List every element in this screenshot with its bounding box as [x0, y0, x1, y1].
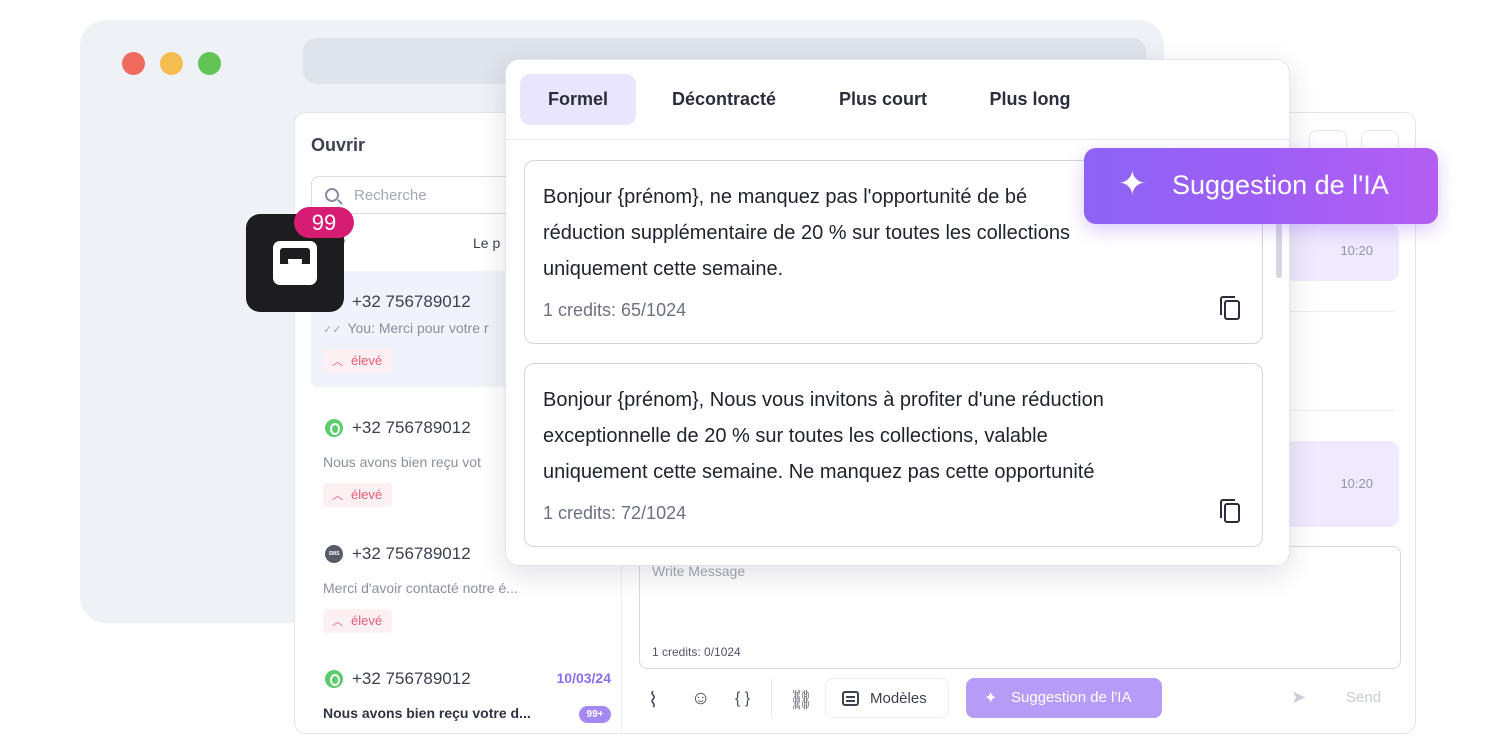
- sort-dropdown[interactable]: Le p: [473, 235, 500, 251]
- conversation-item[interactable]: +32 756789012 10/03/24 Nous avons bien r…: [311, 648, 612, 733]
- tab-formel[interactable]: Formel: [520, 74, 636, 125]
- message-time: 10:20: [1340, 243, 1373, 258]
- whatsapp-icon: [325, 419, 343, 437]
- conversation-preview: Nous avons bien reçu vot: [323, 454, 481, 470]
- conversation-phone: +32 756789012: [352, 418, 471, 437]
- tab-decontracte[interactable]: Décontracté: [656, 74, 792, 125]
- tab-plus-court[interactable]: Plus court: [821, 74, 945, 125]
- copy-icon[interactable]: [1220, 499, 1240, 523]
- divider: [1285, 410, 1395, 411]
- conversation-phone: +32 756789012: [352, 292, 471, 311]
- divider: [1285, 311, 1395, 312]
- suggestion-credits: 1 credits: 72/1024: [543, 503, 687, 523]
- emoji-icon[interactable]: ☺: [691, 688, 710, 710]
- toolbar-divider: [771, 679, 772, 717]
- priority-badge: ︿ élevé: [323, 349, 393, 373]
- priority-badge: ︿ élevé: [323, 609, 393, 633]
- conversation-phone: +32 756789012: [352, 669, 471, 688]
- chevron-up-icon: ︿: [332, 356, 343, 368]
- attach-icon[interactable]: ⌇: [648, 688, 658, 712]
- inbox-count-badge: 99: [294, 207, 354, 238]
- conversation-date: 10/03/24: [556, 670, 612, 686]
- sparkle-icon: ✦: [1118, 165, 1147, 203]
- minimize-window-dot[interactable]: [160, 52, 183, 75]
- ai-suggestion-button[interactable]: ✦ Suggestion de l'IA: [966, 678, 1162, 718]
- priority-badge: ︿ élevé: [323, 483, 393, 507]
- variables-icon[interactable]: { }: [735, 690, 750, 712]
- sms-icon: SMS: [325, 545, 343, 563]
- message-time: 10:20: [1340, 476, 1373, 491]
- inbox-icon: [273, 241, 317, 285]
- whatsapp-icon: [325, 670, 343, 688]
- suggestion-text: Bonjour {prénom}, Nous vous invitons à p…: [543, 389, 1104, 483]
- conversation-phone: +32 756789012: [352, 544, 471, 563]
- chevron-up-icon: ︿: [332, 616, 343, 628]
- maximize-window-dot[interactable]: [198, 52, 221, 75]
- templates-icon: [842, 691, 859, 706]
- sparkle-icon: ✦: [984, 690, 998, 707]
- suggestion-credits: 1 credits: 65/1024: [543, 300, 687, 320]
- tone-tabs: Formel Décontracté Plus court Plus long: [506, 60, 1289, 140]
- ai-suggestion-badge[interactable]: ✦ Suggestion de l'IA: [1084, 148, 1438, 224]
- list-title: Ouvrir: [311, 135, 366, 155]
- search-placeholder: Recherche: [354, 187, 427, 204]
- send-button[interactable]: Send: [1346, 689, 1381, 706]
- search-icon: [325, 188, 339, 202]
- conversation-preview: Merci d'avoir contacté notre é...: [323, 580, 518, 596]
- message-bubble: 10:20: [1285, 223, 1399, 281]
- templates-button[interactable]: Modèles: [825, 678, 949, 718]
- unread-badge: 99+: [579, 706, 611, 723]
- chevron-up-icon: ︿: [332, 490, 343, 502]
- composer-credits: 1 credits: 0/1024: [652, 645, 741, 659]
- tab-plus-long[interactable]: Plus long: [973, 74, 1087, 125]
- conversation-preview: Nous avons bien reçu votre d...: [323, 705, 531, 721]
- link-icon[interactable]: ⛓: [789, 688, 813, 711]
- message-bubble: 10:20: [1285, 441, 1399, 527]
- copy-icon[interactable]: [1220, 296, 1240, 320]
- conversation-preview: ✓✓ You: Merci pour votre r: [323, 320, 489, 336]
- close-window-dot[interactable]: [122, 52, 145, 75]
- double-check-icon: ✓✓: [323, 324, 342, 336]
- suggestion-card[interactable]: Bonjour {prénom}, Nous vous invitons à p…: [524, 363, 1263, 547]
- ai-suggestions-popup: Formel Décontracté Plus court Plus long …: [505, 59, 1290, 566]
- schedule-send-icon[interactable]: ➤: [1291, 687, 1306, 708]
